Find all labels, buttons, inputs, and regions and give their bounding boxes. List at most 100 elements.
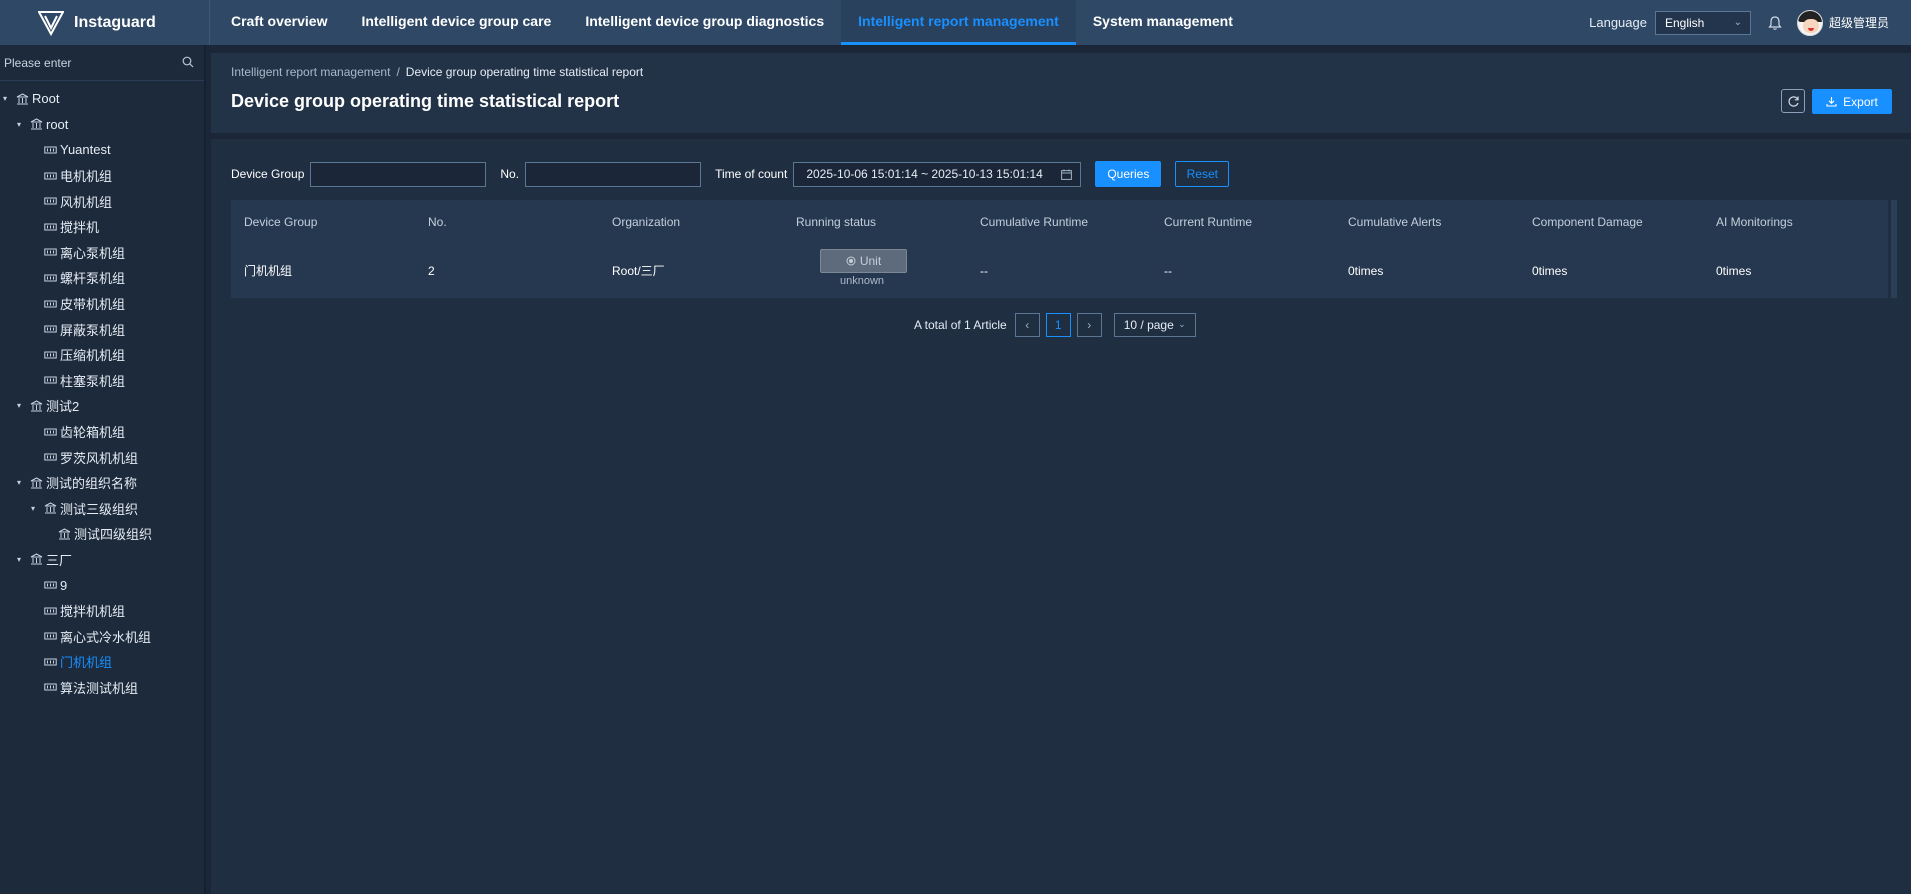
cell-device-group: 门机机组	[244, 264, 293, 278]
building-icon	[30, 400, 43, 412]
tree-node[interactable]: 9	[0, 572, 204, 598]
export-button[interactable]: Export	[1812, 89, 1892, 114]
device-icon	[44, 632, 57, 640]
tree-node[interactable]: 屏蔽泵机组	[0, 316, 204, 342]
status-label: Unit	[859, 254, 882, 268]
brand-logo[interactable]: Instaguard	[0, 0, 210, 45]
page-size-select[interactable]: 10 / page ⌄	[1113, 313, 1196, 337]
tree-node-label: 离心泵机组	[60, 245, 126, 261]
tree-node[interactable]: 螺杆泵机组	[0, 265, 204, 291]
tree-node[interactable]: 测试四级组织	[0, 521, 204, 547]
breadcrumb: Intelligent report management / Device gro…	[231, 65, 643, 79]
nav-craft-overview[interactable]: Craft overview	[214, 0, 344, 45]
tree-node[interactable]: ▾ 测试的组织名称	[0, 470, 204, 496]
tree-node[interactable]: 柱塞泵机组	[0, 368, 204, 394]
table-header: Device Group No. Organization Running st…	[231, 200, 1888, 243]
breadcrumb-separator: /	[396, 65, 400, 79]
tree-node[interactable]: 离心泵机组	[0, 240, 204, 266]
breadcrumb-current: Device group operating time statistical …	[405, 65, 644, 79]
device-icon	[44, 428, 57, 436]
tree-node[interactable]: Yuantest	[0, 137, 204, 163]
nav-device-group-care[interactable]: Intelligent device group care	[344, 0, 568, 45]
status-dot-icon	[846, 256, 856, 266]
caret-down-icon[interactable]: ▾	[14, 478, 24, 487]
tree-node[interactable]: 算法测试机组	[0, 675, 204, 701]
instaguard-logo-icon	[38, 10, 64, 36]
user-avatar[interactable]	[1796, 9, 1823, 36]
topbar-right: Language English ⌄ 超级管理员	[1589, 0, 1911, 45]
cell-no: 2	[428, 263, 435, 278]
device-icon	[44, 274, 57, 282]
report-panel: Device Group No. Time of count 2025-10-0…	[211, 139, 1911, 894]
language-value: English	[1664, 15, 1705, 30]
search-icon[interactable]	[182, 56, 194, 68]
col-device-group: Device Group	[244, 214, 318, 229]
caret-down-icon[interactable]: ▾	[0, 94, 10, 103]
col-no: No.	[428, 214, 447, 229]
tree-node[interactable]: 齿轮箱机组	[0, 419, 204, 445]
page-number-button[interactable]: 1	[1045, 313, 1071, 337]
caret-down-icon[interactable]: ▾	[28, 504, 38, 513]
tree-search-input[interactable]	[4, 51, 174, 74]
nav-system-management[interactable]: System management	[1076, 0, 1250, 45]
nav-device-group-diagnostics[interactable]: Intelligent device group diagnostics	[568, 0, 841, 45]
tree-node[interactable]: 皮带机机组	[0, 291, 204, 317]
bell-icon[interactable]	[1767, 15, 1783, 31]
tree-node-label: 电机机组	[60, 169, 113, 185]
tree-node-label: 测试2	[46, 399, 80, 415]
queries-button[interactable]: Queries	[1095, 161, 1162, 187]
tree-node[interactable]: ▾ 测试三级组织	[0, 496, 204, 522]
refresh-button[interactable]	[1781, 89, 1805, 113]
tree-node-label: 测试四级组织	[74, 527, 153, 543]
device-group-input[interactable]	[310, 161, 487, 187]
language-select[interactable]: English ⌄	[1654, 10, 1751, 35]
breadcrumb-parent[interactable]: Intelligent report management	[231, 65, 390, 79]
tree-node-label: 压缩机机组	[60, 348, 126, 364]
no-input[interactable]	[525, 161, 702, 187]
table-scrollbar[interactable]	[1891, 200, 1897, 298]
caret-down-icon[interactable]: ▾	[14, 555, 24, 564]
building-icon	[58, 528, 71, 540]
tree-node[interactable]: ▾ Root	[0, 86, 204, 112]
cell-current-runtime: --	[1164, 263, 1172, 278]
org-tree: ▾ Root ▾ root Yuantest 电机机组风机机组搅拌机离心泵机组螺杆泵机组皮…	[0, 81, 204, 700]
next-page-button[interactable]: ›	[1076, 313, 1102, 337]
tree-node-label: 风机机组	[60, 194, 113, 210]
device-icon	[44, 581, 57, 589]
device-group-label: Device Group	[231, 167, 305, 181]
caret-down-icon[interactable]: ▾	[14, 401, 24, 410]
user-name[interactable]: 超级管理员	[1829, 14, 1889, 31]
tree-node[interactable]: ▾ root	[0, 112, 204, 138]
pagination-total: A total of 1 Article	[914, 318, 1007, 332]
tree-node-label: 三厂	[46, 552, 73, 568]
tree-node[interactable]: ▾ 测试2	[0, 393, 204, 419]
tree-node[interactable]: 压缩机机组	[0, 342, 204, 368]
tree-node[interactable]: 离心式冷水机组	[0, 623, 204, 649]
chevron-down-icon: ⌄	[1178, 319, 1186, 329]
time-range-picker[interactable]: 2025-10-06 15:01:14 ~ 2025-10-13 15:01:1…	[793, 161, 1082, 187]
tree-node[interactable]: 门机机组	[0, 649, 204, 675]
status-subtext: unknown	[840, 275, 885, 287]
tree-node[interactable]: 风机机组	[0, 188, 204, 214]
prev-page-button[interactable]: ‹	[1014, 313, 1040, 337]
caret-down-icon[interactable]: ▾	[14, 120, 24, 129]
tree-node[interactable]: 搅拌机机组	[0, 598, 204, 624]
cell-component-damage: 0times	[1532, 263, 1568, 278]
cell-ai-monitorings: 0times	[1716, 263, 1752, 278]
tree-node[interactable]: ▾ 三厂	[0, 547, 204, 573]
language-label: Language	[1589, 15, 1647, 30]
refresh-icon	[1787, 95, 1799, 107]
tree-node-label: 搅拌机	[60, 220, 100, 236]
tree-node[interactable]: 罗茨风机机组	[0, 444, 204, 470]
tree-node-label: Yuantest	[60, 142, 111, 158]
tree-node[interactable]: 搅拌机	[0, 214, 204, 240]
chevron-left-icon: ‹	[1025, 318, 1030, 332]
nav-report-management[interactable]: Intelligent report management	[841, 0, 1076, 45]
cell-cumulative-alerts: 0times	[1348, 263, 1384, 278]
tree-node-label: 9	[60, 577, 68, 593]
device-icon	[44, 325, 57, 333]
table-row[interactable]: 门机机组 2 Root/三厂 Unit unknown -- -- 0times	[231, 243, 1888, 298]
reset-button[interactable]: Reset	[1175, 161, 1230, 187]
col-organization: Organization	[612, 214, 681, 229]
tree-node[interactable]: 电机机组	[0, 163, 204, 189]
